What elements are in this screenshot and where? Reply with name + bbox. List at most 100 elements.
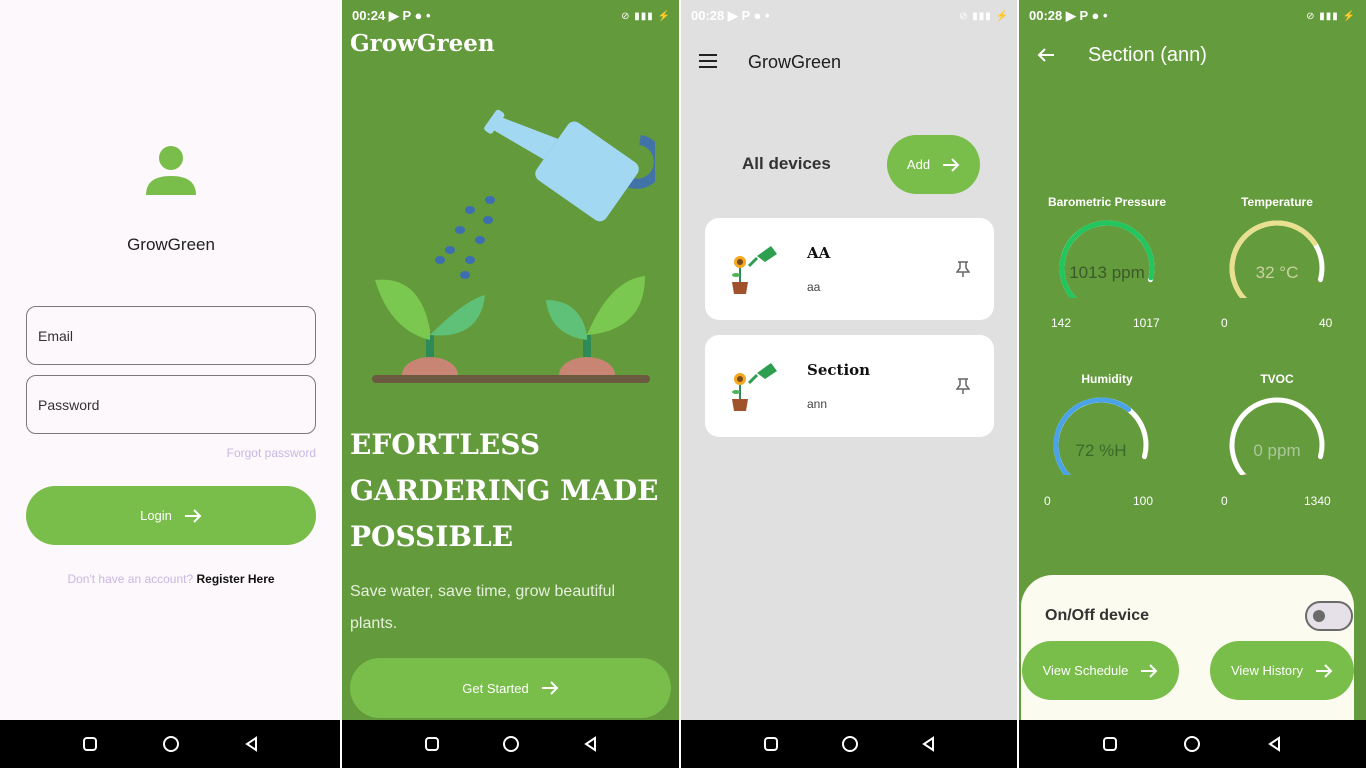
status-icons: ⊘ ▮▮▮ ⚡ bbox=[1306, 10, 1356, 22]
view-schedule-button[interactable]: View Schedule bbox=[1022, 641, 1179, 700]
home-icon[interactable] bbox=[500, 733, 522, 755]
gauge-max: 40 bbox=[1319, 316, 1333, 330]
app-name: GrowGreen bbox=[127, 235, 215, 254]
back-nav-icon[interactable] bbox=[241, 733, 263, 755]
gauge-track bbox=[1229, 397, 1325, 475]
email-field[interactable]: Email bbox=[26, 306, 316, 365]
recents-icon[interactable] bbox=[421, 733, 443, 755]
gauge-value: 72 %H bbox=[1075, 441, 1127, 460]
device-card-aa[interactable]: AA aa bbox=[705, 218, 994, 320]
gauge-fill bbox=[1229, 220, 1318, 298]
gauge-value: 32 °C bbox=[1255, 263, 1299, 282]
no-account-text: Don't have an account? bbox=[67, 572, 194, 586]
status-time: 00:24 ▶ P ● • bbox=[352, 8, 431, 23]
gauge-label: Barometric Pressure bbox=[1047, 195, 1167, 209]
view-schedule-label: View Schedule bbox=[1042, 663, 1129, 678]
gauge-fill bbox=[1053, 397, 1132, 475]
section-title: Section (ann) bbox=[1088, 44, 1207, 66]
temperature-gauge bbox=[1229, 220, 1325, 298]
gauge-max: 100 bbox=[1133, 494, 1154, 508]
back-nav-icon[interactable] bbox=[1264, 733, 1286, 755]
barometric-pressure-gauge bbox=[1059, 220, 1155, 298]
controls-panel: On/Off device View Schedule View History bbox=[1021, 575, 1354, 735]
arrow-right-icon bbox=[1316, 663, 1333, 678]
device-power-toggle[interactable] bbox=[1305, 601, 1353, 631]
get-started-button[interactable]: Get Started bbox=[350, 658, 671, 718]
recents-icon[interactable] bbox=[79, 733, 101, 755]
appbar-title: GrowGreen bbox=[748, 52, 842, 72]
app-screens-collage: GrowGreen Email Password Forgot password… bbox=[0, 0, 1366, 768]
password-placeholder: Password bbox=[38, 396, 100, 413]
toggle-knob bbox=[1313, 610, 1325, 622]
screen-divider bbox=[1017, 0, 1019, 768]
device-name: Section bbox=[807, 361, 871, 379]
recents-icon[interactable] bbox=[1099, 733, 1121, 755]
welcome-headline: EFORTLESS GARDERING MADE POSSIBLE bbox=[350, 428, 659, 553]
status-bar: 00:28 ▶ P ● • ⊘ ▮▮▮ ⚡ bbox=[1029, 6, 1356, 26]
arrow-right-icon bbox=[943, 157, 960, 172]
forgot-password-link[interactable]: Forgot password bbox=[227, 446, 316, 460]
arrow-right-icon bbox=[1141, 663, 1158, 678]
recents-icon[interactable] bbox=[760, 733, 782, 755]
add-device-button[interactable]: Add bbox=[887, 135, 980, 194]
pin-icon[interactable] bbox=[956, 377, 970, 395]
tvoc-gauge bbox=[1229, 397, 1325, 475]
gauge-fill bbox=[1059, 220, 1155, 298]
login-screen: GrowGreen Email Password Forgot password… bbox=[0, 0, 342, 768]
all-devices-heading: All devices bbox=[742, 154, 831, 173]
register-link[interactable]: Register Here bbox=[197, 572, 275, 586]
email-placeholder: Email bbox=[38, 327, 74, 344]
status-time: 00:28 ▶ P ● • bbox=[691, 8, 770, 23]
plant-watering-icon bbox=[732, 363, 777, 411]
welcome-screen: 00:24 ▶ P ● • ⊘ ▮▮▮ ⚡ GrowGreen EFORTLES… bbox=[342, 0, 681, 768]
home-icon[interactable] bbox=[160, 733, 182, 755]
gauge-min: 0 bbox=[1044, 494, 1051, 508]
back-arrow-icon[interactable] bbox=[1037, 47, 1055, 63]
screen-divider bbox=[340, 0, 342, 768]
register-prompt: Don't have an account? Register Here bbox=[0, 572, 342, 586]
device-card-section[interactable]: Section ann bbox=[705, 335, 994, 437]
home-icon[interactable] bbox=[839, 733, 861, 755]
password-field[interactable]: Password bbox=[26, 375, 316, 434]
gauge-max: 1340 bbox=[1304, 494, 1331, 508]
user-avatar-icon bbox=[146, 146, 196, 195]
device-subtitle: aa bbox=[807, 280, 821, 294]
status-icons: ⊘ ▮▮▮ ⚡ bbox=[959, 10, 1009, 22]
login-button-label: Login bbox=[140, 508, 172, 523]
back-nav-icon[interactable] bbox=[580, 733, 602, 755]
devices-screen: 00:28 ▶ P ● • ⊘ ▮▮▮ ⚡ GrowGreen All devi… bbox=[681, 0, 1019, 768]
arrow-right-icon bbox=[541, 681, 559, 695]
menu-icon[interactable] bbox=[698, 52, 718, 70]
system-nav-bar bbox=[342, 720, 681, 768]
back-nav-icon[interactable] bbox=[918, 733, 940, 755]
gauge-value: 0 ppm bbox=[1253, 441, 1301, 460]
gauge-min: 0 bbox=[1221, 494, 1228, 508]
gauge-value: 1013 ppm bbox=[1069, 263, 1145, 282]
view-history-label: View History bbox=[1230, 663, 1303, 678]
gauge-max: 1017 bbox=[1133, 316, 1160, 330]
status-time: 00:28 ▶ P ● • bbox=[1029, 8, 1108, 23]
view-history-button[interactable]: View History bbox=[1210, 641, 1354, 700]
onoff-label: On/Off device bbox=[1045, 607, 1150, 624]
gauge-min: 142 bbox=[1051, 316, 1072, 330]
screen-divider bbox=[679, 0, 681, 768]
plant-watering-icon bbox=[732, 246, 777, 294]
login-button[interactable]: Login bbox=[26, 486, 316, 545]
welcome-subline: Save water, save time, grow beautiful pl… bbox=[350, 583, 616, 632]
humidity-gauge bbox=[1053, 397, 1149, 475]
gauge-label: TVOC bbox=[1260, 372, 1294, 386]
system-nav-bar bbox=[0, 720, 342, 768]
status-icons: ⊘ ▮▮▮ ⚡ bbox=[621, 10, 671, 22]
watering-plants-illustration bbox=[372, 109, 655, 383]
home-icon[interactable] bbox=[1181, 733, 1203, 755]
status-bar: 00:28 ▶ P ● • ⊘ ▮▮▮ ⚡ bbox=[691, 6, 1009, 26]
add-button-label: Add bbox=[906, 157, 931, 172]
brand-title: GrowGreen bbox=[350, 30, 495, 57]
gauge-label: Temperature bbox=[1241, 195, 1313, 209]
section-detail-screen: 00:28 ▶ P ● • ⊘ ▮▮▮ ⚡ Section (ann) Baro… bbox=[1019, 0, 1366, 768]
pin-icon[interactable] bbox=[956, 260, 970, 278]
system-nav-bar bbox=[1019, 720, 1366, 768]
gauge-min: 0 bbox=[1221, 316, 1228, 330]
system-nav-bar bbox=[681, 720, 1019, 768]
device-subtitle: ann bbox=[807, 397, 828, 411]
